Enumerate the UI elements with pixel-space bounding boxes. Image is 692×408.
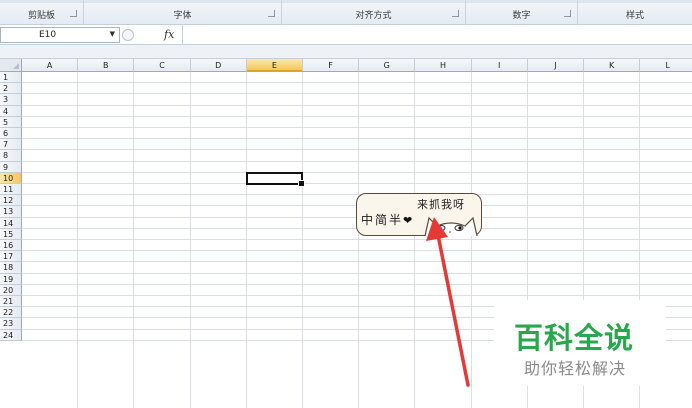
column-gridline [77,72,79,408]
row-header-1[interactable]: 1 [0,72,22,84]
column-header-g[interactable]: G [359,59,416,72]
row-gridline [22,183,692,184]
row-header-12[interactable]: 12 [0,195,22,207]
ribbon-group-number: 数字 [466,0,578,25]
formula-bar-resize-handle[interactable] [122,29,134,41]
row-gridline [22,82,692,84]
row-gridline [22,261,692,263]
row-gridline [22,115,692,117]
watermark-title: 百科全说 [514,321,635,355]
column-gridline [245,72,247,408]
row-header-8[interactable]: 8 [0,150,22,162]
row-header-10[interactable]: 10 [0,172,22,184]
row-gridline [22,127,692,128]
row-header-6[interactable]: 6 [0,128,22,140]
ribbon-group-label: 字体 [173,11,192,21]
column-gridline [358,72,360,408]
insert-function-icon[interactable]: fx [164,28,174,41]
ribbon-group-label: 样式 [625,11,644,21]
column-header-k[interactable]: K [584,59,641,72]
column-header-d[interactable]: D [190,59,247,72]
dialog-launcher-icon[interactable] [564,10,571,17]
formula-bar-divider [182,25,183,45]
row-header-19[interactable]: 19 [0,273,22,285]
row-header-21[interactable]: 21 [0,296,22,308]
sticker-brand: 中简半 [361,213,404,227]
row-header-16[interactable]: 16 [0,240,22,252]
row-header-11[interactable]: 11 [0,184,22,196]
row-header-13[interactable]: 13 [0,206,22,218]
dialog-launcher-icon[interactable] [268,10,275,17]
row-gridline [22,295,692,296]
chevron-down-icon[interactable]: ▼ [110,30,115,38]
column-gridline [133,72,135,408]
row-gridline [22,171,692,173]
row-gridline [22,272,692,274]
dialog-launcher-icon[interactable] [70,10,77,17]
ribbon-group-labels: 剪贴板 字体 对齐方式 数字 样式 [0,0,692,25]
select-all-button[interactable] [0,59,22,72]
heart-icon: ❤ [403,214,415,227]
ribbon-group-alignment: 对齐方式 [282,0,466,25]
column-header-i[interactable]: I [471,59,528,72]
watermark: 百科全说 助你轻松解决 [494,300,666,386]
ribbon-group-label: 数字 [512,11,531,21]
row-header-23[interactable]: 23 [0,318,22,330]
row-header-15[interactable]: 15 [0,228,22,240]
column-gridline [189,72,191,408]
red-arrow-icon [426,217,470,387]
column-header-l[interactable]: L [640,59,692,72]
name-box[interactable]: E10 ▼ [0,27,120,43]
row-header-5[interactable]: 5 [0,116,22,128]
row-gridline [22,239,692,240]
ribbon-group-styles: 样式 [578,0,692,25]
column-header-c[interactable]: C [134,59,191,72]
row-gridline [22,149,692,151]
row-gridline [22,160,692,162]
row-gridline [22,93,692,95]
formula-input[interactable] [184,27,692,43]
worksheet-grid[interactable]: ABCDEFGHIJKL 1 2 3 4 5 6 7 8 9 10 11 12 13 14 15 16 17 18… [0,59,692,408]
row-header-22[interactable]: 22 [0,307,22,319]
row-header-24[interactable]: 24 [0,329,22,341]
column-header-h[interactable]: H [415,59,472,72]
column-header-f[interactable]: F [303,59,360,72]
row-header-14[interactable]: 14 [0,217,22,229]
watermark-subtitle: 助你轻松解决 [524,359,627,378]
ribbon-group-clipboard: 剪贴板 [0,0,84,25]
row-header-2[interactable]: 2 [0,83,22,95]
row-gridline [22,250,692,252]
row-header-9[interactable]: 9 [0,161,22,173]
row-gridline [22,138,692,140]
dialog-launcher-icon[interactable] [452,10,459,17]
row-header-4[interactable]: 4 [0,105,22,117]
row-header-20[interactable]: 20 [0,284,22,296]
formula-bar: E10 ▼ fx [0,25,692,45]
active-cell[interactable] [245,171,306,188]
row-header-17[interactable]: 17 [0,251,22,263]
row-header-7[interactable]: 7 [0,139,22,151]
row-gridline [22,194,692,196]
column-header-a[interactable]: A [22,59,79,72]
row-header-18[interactable]: 18 [0,262,22,274]
column-header-b[interactable]: B [78,59,135,72]
row-gridline [22,104,692,106]
column-header-j[interactable]: J [527,59,584,72]
column-header-e[interactable]: E [246,59,303,72]
row-gridline [22,283,692,285]
column-gridline [414,72,416,408]
name-box-value: E10 [39,30,57,40]
row-header-3[interactable]: 3 [0,94,22,106]
column-gridline [302,72,303,408]
ribbon-gap [0,45,692,59]
sticker-text-bottom: 中简半❤ [361,211,414,228]
ribbon-group-font: 字体 [84,0,282,25]
ribbon-group-label: 对齐方式 [355,11,392,21]
